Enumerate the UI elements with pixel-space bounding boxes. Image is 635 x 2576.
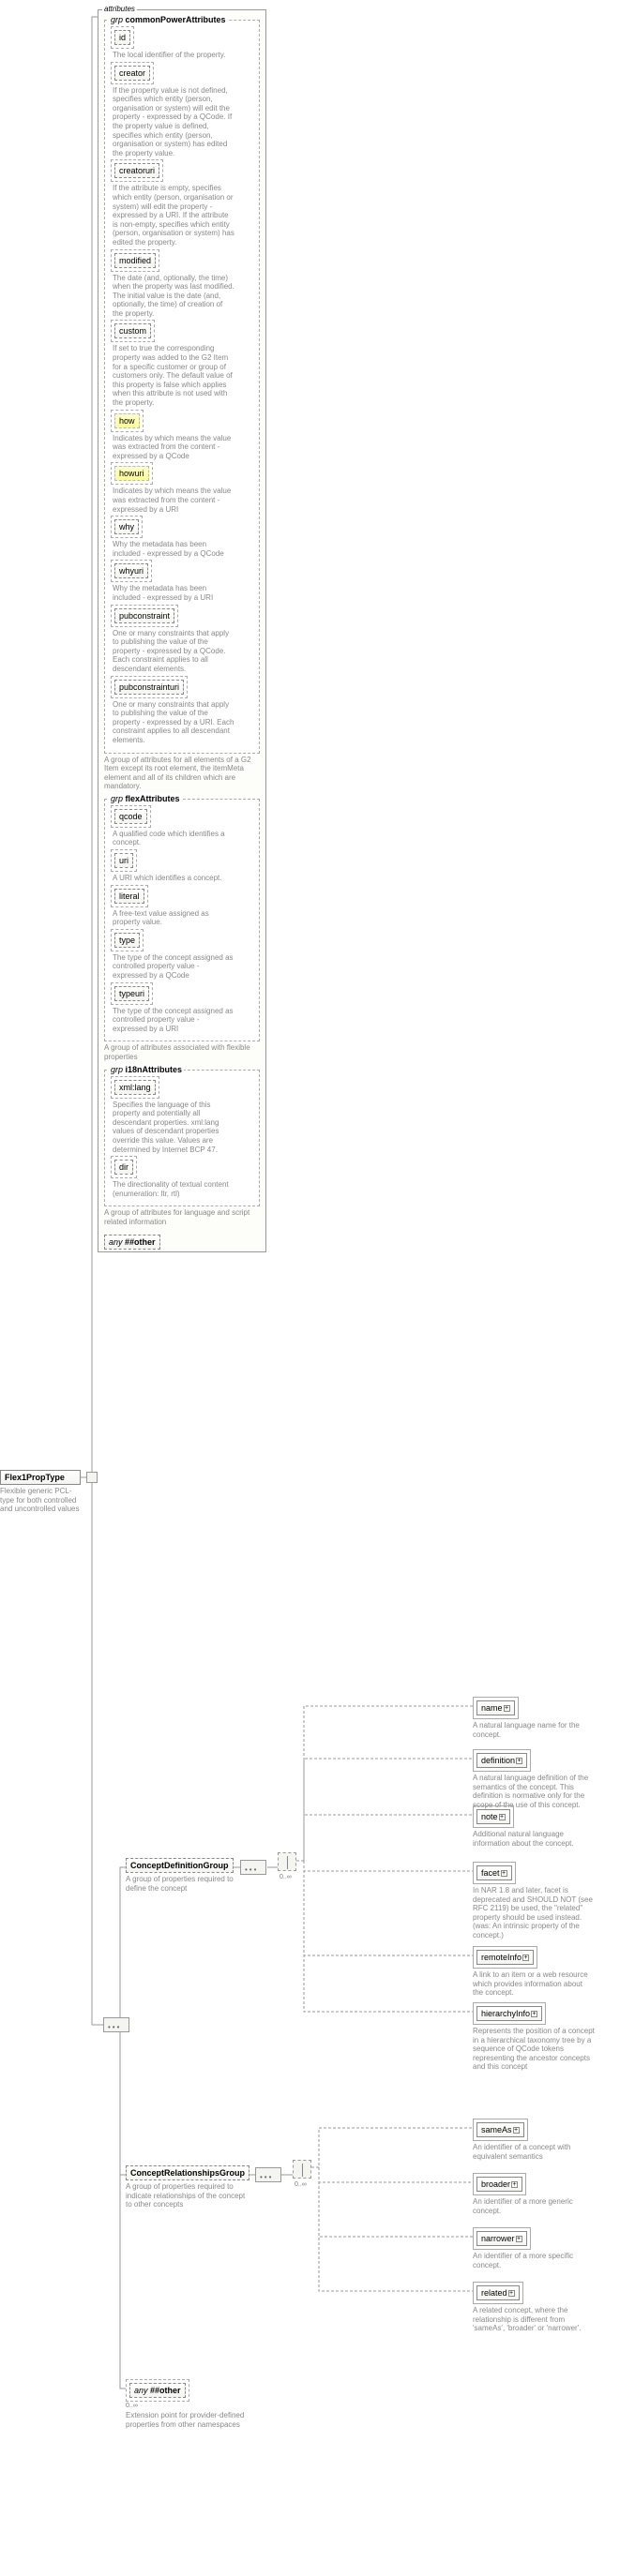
element-sameAs: sameAs+ An identifier of a concept with …	[473, 2119, 623, 2161]
expand-toggle[interactable]: +	[516, 1758, 522, 1764]
attr-literal: literal A free-text value assigned as pr…	[111, 885, 253, 927]
group-ConceptRelationshipsGroup: ConceptRelationshipsGroup A group of pro…	[126, 2165, 313, 2209]
conceptdef-seq: •••	[240, 1860, 266, 1875]
expand-toggle[interactable]: +	[504, 1705, 510, 1712]
conceptdef-card: 0..∞	[280, 1874, 292, 1880]
root-node: Flex1PropType Flexible generic PCL-type …	[0, 1470, 81, 1514]
grp-commonPower-desc: A group of attributes for all elements o…	[104, 756, 254, 791]
attr-why: why Why the metadata has been included -…	[111, 516, 253, 558]
attributes-container: attributes grp commonPowerAttributes id …	[98, 9, 266, 1252]
grp-flexAttributes: grp flexAttributes qcode A qualified cod…	[104, 799, 260, 1042]
attr-creator: creator If the property value is not def…	[111, 62, 253, 158]
expand-toggle[interactable]: +	[516, 2236, 522, 2242]
root-label: Flex1PropType	[5, 1473, 65, 1482]
expand-toggle[interactable]: +	[513, 2127, 520, 2134]
attr-uri: uri A URI which identifies a concept.	[111, 849, 253, 883]
grp-flex-desc: A group of attributes associated with fl…	[104, 1043, 254, 1061]
attr-typeuri: typeuri The type of the concept assigned…	[111, 982, 253, 1034]
element-related: related+ A related concept, where the re…	[473, 2282, 623, 2333]
conceptrel-seq: •••	[255, 2167, 281, 2182]
expand-toggle[interactable]: +	[511, 2181, 518, 2188]
element-name: name+ A natural language name for the co…	[473, 1697, 623, 1739]
any-desc: Extension point for provider-defined pro…	[126, 2411, 248, 2429]
attributes-keyword: attributes	[102, 5, 137, 13]
conceptdef-choice	[278, 1852, 296, 1871]
attr-xmllang: xml:lang Specifies the language of this …	[111, 1076, 253, 1155]
attr-whyuri: whyuri Why the metadata has been include…	[111, 560, 253, 602]
attr-how: how Indicates by which means the value w…	[111, 410, 253, 461]
grp-i18n-title: grp i18nAttributes	[109, 1065, 184, 1074]
conceptrel-choice	[293, 2160, 311, 2179]
grp-flex-title: grp flexAttributes	[109, 794, 182, 803]
children-sequence: •••	[103, 2017, 129, 2032]
attr-pubconstrainturi: pubconstrainturi One or many constraints…	[111, 676, 253, 745]
conceptrel-card: 0..∞	[295, 2181, 307, 2188]
element-facet: facet+ In NAR 1.8 and later, facet is de…	[473, 1862, 623, 1940]
attr-type: type The type of the concept assigned as…	[111, 929, 253, 981]
attr-howuri: howuri Indicates by which means the valu…	[111, 462, 253, 514]
any-card: 0..∞	[126, 2403, 295, 2409]
element-narrower: narrower+ An identifier of a more specif…	[473, 2227, 623, 2269]
element-note: note+ Additional natural language inform…	[473, 1805, 623, 1848]
attr-dir: dir The directionality of textual conten…	[111, 1156, 253, 1198]
element-definition: definition+ A natural language definitio…	[473, 1749, 623, 1809]
attr-pubconstraint: pubconstraint One or many constraints th…	[111, 605, 253, 674]
attr-any-other: any ##other	[104, 1235, 260, 1250]
attr-custom: custom If set to true the corresponding …	[111, 320, 253, 407]
expand-toggle[interactable]: +	[501, 1870, 507, 1877]
element-any-other: any ##other 0..∞ Extension point for pro…	[126, 2379, 295, 2429]
expand-toggle[interactable]: +	[531, 2011, 537, 2017]
element-broader: broader+ An identifier of a more generic…	[473, 2173, 623, 2215]
expand-toggle[interactable]: +	[499, 1814, 506, 1820]
grp-i18nAttributes: grp i18nAttributes xml:lang Specifies th…	[104, 1070, 260, 1207]
grp-commonPower-title: grp commonPowerAttributes	[109, 15, 228, 24]
root-label-box: Flex1PropType	[0, 1470, 81, 1485]
element-remoteInfo: remoteInfo+ A link to an item or a web r…	[473, 1946, 623, 1998]
root-desc: Flexible generic PCL-type for both contr…	[0, 1487, 81, 1514]
expand-toggle[interactable]: +	[508, 2290, 515, 2297]
element-hierarchyInfo: hierarchyInfo+ Represents the position o…	[473, 2002, 623, 2072]
attr-creatoruri: creatoruri If the attribute is empty, sp…	[111, 159, 253, 247]
attr-qcode: qcode A qualified code which identifies …	[111, 805, 253, 847]
expand-toggle[interactable]: +	[522, 1954, 529, 1961]
root-compositor	[86, 1472, 98, 1483]
attr-id: id The local identifier of the property.	[111, 26, 253, 60]
grp-commonPowerAttributes: grp commonPowerAttributes id The local i…	[104, 20, 260, 754]
attr-modified: modified The date (and, optionally, the …	[111, 249, 253, 319]
grp-i18n-desc: A group of attributes for language and s…	[104, 1208, 254, 1226]
